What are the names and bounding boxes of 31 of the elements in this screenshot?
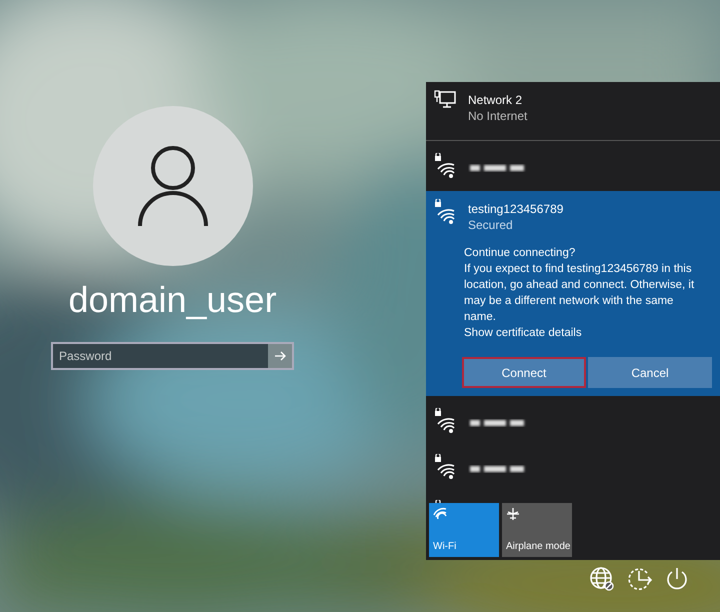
selected-network-panel[interactable] xyxy=(426,191,720,396)
password-field[interactable]: Password xyxy=(51,342,294,370)
network-status: Secured xyxy=(468,217,514,233)
wifi-lock-icon xyxy=(434,199,456,225)
wifi-lock-icon xyxy=(434,454,456,480)
wifi-lock-icon xyxy=(434,408,456,434)
connect-button[interactable]: Connect xyxy=(462,357,586,388)
wifi-icon xyxy=(433,507,447,519)
username: domain_user xyxy=(68,278,277,322)
prompt-title: Continue connecting? xyxy=(464,246,576,261)
tile-label: Wi-Fi xyxy=(433,540,458,553)
network-computer-icon xyxy=(434,90,456,110)
network-item[interactable]: Network 2 No Internet xyxy=(426,82,720,132)
network-name: Network 2 xyxy=(468,92,524,108)
wifi-tile[interactable]: Wi-Fi xyxy=(429,503,499,557)
airplane-icon xyxy=(506,507,520,521)
certificate-link[interactable]: Show certificate details xyxy=(464,325,708,341)
password-input[interactable]: Password xyxy=(53,344,268,368)
network-status: No Internet xyxy=(468,108,528,124)
cancel-button[interactable]: Cancel xyxy=(588,357,712,388)
prompt-message: If you expect to find testing123456789 in this location, go ahead and connect. Otherwise, it may be a different network with the same name. xyxy=(464,262,696,325)
tile-label: Airplane mode xyxy=(506,540,568,553)
airplane-mode-tile[interactable]: Airplane mode xyxy=(502,503,572,557)
ease-of-access-icon[interactable] xyxy=(627,566,653,592)
person-icon xyxy=(136,144,210,228)
power-icon[interactable] xyxy=(665,566,689,592)
submit-arrow-button[interactable] xyxy=(268,344,292,368)
arrow-right-icon xyxy=(274,351,286,361)
globe-icon[interactable] xyxy=(589,566,615,592)
network-name: testing123456789 xyxy=(468,201,564,217)
wifi-lock-icon xyxy=(434,153,456,179)
